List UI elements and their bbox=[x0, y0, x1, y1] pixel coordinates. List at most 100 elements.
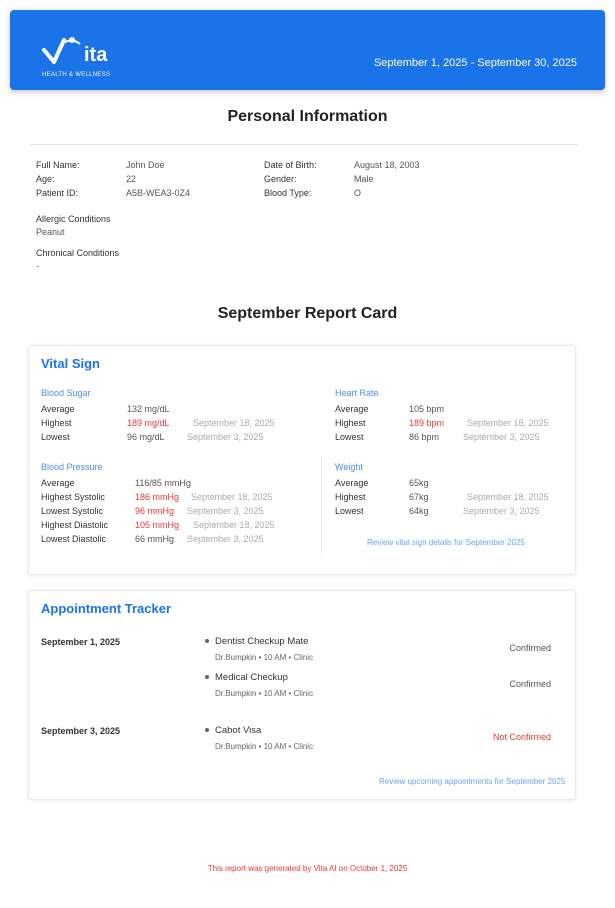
heart-rate-row: Average 105 bpm bbox=[335, 404, 565, 416]
column-divider bbox=[321, 456, 322, 556]
row-value: 132 mg/dL bbox=[127, 404, 170, 414]
appointment-card: Appointment Tracker September 1, 2025 De… bbox=[28, 590, 576, 800]
row-value: 64kg bbox=[409, 506, 429, 516]
row-label: Highest Diastolic bbox=[41, 520, 109, 530]
weight-row: Average 65kg bbox=[335, 478, 565, 490]
report-footer: This report was generated by Vita AI on … bbox=[207, 864, 408, 873]
row-date: September 3, 2025 bbox=[187, 432, 264, 442]
row-date: September 18, 2025 bbox=[191, 492, 273, 502]
row-value: 105 mmHg bbox=[135, 520, 180, 530]
row-value: 96 mg/dL bbox=[127, 432, 165, 442]
logo-mark-icon bbox=[42, 37, 81, 64]
appointment-detail: Dr.Bumpkin • 10 AM • Clinic bbox=[215, 653, 314, 662]
row-date: September 18, 2025 bbox=[193, 418, 275, 428]
bullet-icon bbox=[205, 728, 209, 733]
allergy-label: Allergic Conditions bbox=[36, 214, 111, 224]
blood-pressure-row: Lowest Systolic 96 mmHg September 3, 202… bbox=[41, 506, 321, 518]
row-label: Highest Systolic bbox=[41, 492, 106, 502]
dob-value: August 18, 2003 bbox=[354, 160, 420, 170]
age-value: 22 bbox=[126, 174, 137, 184]
full-name-value: John Doe bbox=[126, 160, 165, 170]
section-divider bbox=[30, 144, 578, 145]
row-date: September 18, 2025 bbox=[467, 492, 549, 502]
chronic-value: - bbox=[36, 261, 39, 271]
vital-sign-card: Vital Sign Blood Sugar Average 132 mg/dL… bbox=[28, 345, 576, 575]
row-label: Lowest bbox=[41, 432, 70, 442]
age-label: Age: bbox=[36, 174, 55, 184]
blood-type-label: Blood Type: bbox=[264, 188, 312, 198]
appointment-detail: Dr.Bumpkin • 10 AM • Clinic bbox=[215, 689, 314, 698]
row-date: September 3, 2025 bbox=[463, 506, 540, 516]
appointment-detail: Dr.Bumpkin • 10 AM • Clinic bbox=[215, 742, 314, 751]
weight-row: Lowest 64kg September 3, 2025 bbox=[335, 506, 565, 518]
row-date: September 18, 2025 bbox=[467, 418, 549, 428]
appointment-date: September 3, 2025 bbox=[41, 726, 121, 736]
dob-label: Date of Birth: bbox=[264, 160, 317, 170]
row-value: 189 mg/dL bbox=[127, 418, 170, 428]
appointment-name: Dentist Checkup Mate bbox=[205, 636, 308, 647]
weight-title: Weight bbox=[335, 462, 363, 472]
row-value: 67kg bbox=[409, 492, 429, 502]
gender-value: Male bbox=[354, 174, 374, 184]
vital-details-link[interactable]: Review vital sign details for September … bbox=[367, 538, 525, 547]
appointment-name: Cabot Visa bbox=[205, 725, 261, 736]
row-value: 96 mmHg bbox=[135, 506, 175, 516]
row-label: Lowest Diastolic bbox=[41, 534, 107, 544]
conditions-block: Allergic Conditions Peanut Chronical Con… bbox=[36, 214, 336, 274]
chronic-label: Chronical Conditions bbox=[36, 248, 120, 258]
heart-rate-row: Highest 189 bpm September 18, 2025 bbox=[335, 418, 565, 430]
vital-sign-title: Vital Sign bbox=[41, 356, 100, 371]
blood-pressure-row: Lowest Diastolic 66 mmHg September 3, 20… bbox=[41, 534, 321, 546]
personal-info-title: Personal Information bbox=[227, 108, 388, 125]
heart-rate-title: Heart Rate bbox=[335, 388, 379, 398]
row-value: 66 mmHg bbox=[135, 534, 175, 544]
row-label: Lowest bbox=[335, 432, 364, 442]
row-label: Average bbox=[41, 478, 75, 488]
appointment-status: Confirmed bbox=[509, 679, 551, 689]
appointment-name-text: Cabot Visa bbox=[215, 725, 262, 736]
bullet-icon bbox=[205, 639, 209, 644]
blood-pressure-title: Blood Pressure bbox=[41, 462, 103, 472]
report-header: ita HEALTH & WELLNESS September 1, 2025 … bbox=[10, 10, 605, 90]
appointment-status: Not Confirmed bbox=[492, 732, 551, 742]
blood-pressure-row: Average 116/85 mmHg bbox=[41, 478, 321, 490]
bullet-icon bbox=[205, 675, 209, 680]
blood-sugar-row: Lowest 96 mg/dL September 3, 2025 bbox=[41, 432, 321, 444]
row-date: September 3, 2025 bbox=[187, 534, 264, 544]
row-value: 86 bpm bbox=[409, 432, 440, 442]
appointment-name-text: Medical Checkup bbox=[215, 672, 288, 683]
appointments-link[interactable]: Review upcoming appointments for Septemb… bbox=[379, 777, 565, 786]
personal-info-left: Full Name: John Doe Age: 22 Patient ID: … bbox=[36, 160, 256, 205]
row-label: Lowest bbox=[335, 506, 364, 516]
appointment-name: Medical Checkup bbox=[205, 672, 288, 683]
personal-info-right: Date of Birth: August 18, 2003 Gender: M… bbox=[264, 160, 504, 205]
gender-label: Gender: bbox=[264, 174, 297, 184]
blood-pressure-row: Highest Diastolic 105 mmHg September 18,… bbox=[41, 520, 321, 532]
appointment-date: September 1, 2025 bbox=[41, 637, 121, 647]
appointment-title: Appointment Tracker bbox=[41, 601, 172, 616]
row-date: September 18, 2025 bbox=[193, 520, 275, 530]
row-value: 65kg bbox=[409, 478, 429, 488]
heart-rate-row: Lowest 86 bpm September 3, 2025 bbox=[335, 432, 565, 444]
row-value: 189 bpm bbox=[409, 418, 445, 428]
row-label: Average bbox=[335, 478, 369, 488]
row-value: 116/85 mmHg bbox=[135, 478, 191, 488]
row-date: September 3, 2025 bbox=[187, 506, 264, 516]
blood-type-value: O bbox=[354, 188, 362, 198]
logo-text: ita bbox=[84, 44, 108, 66]
row-label: Highest bbox=[335, 418, 366, 428]
blood-sugar-row: Highest 189 mg/dL September 18, 2025 bbox=[41, 418, 321, 430]
logo-subtitle: HEALTH & WELLNESS bbox=[42, 72, 111, 78]
patient-id-value: A5B-WEA3-0Z4 bbox=[126, 188, 191, 198]
report-date-range: September 1, 2025 - September 30, 2025 bbox=[373, 57, 577, 69]
weight-row: Highest 67kg September 18, 2025 bbox=[335, 492, 565, 504]
row-value: 186 mmHg bbox=[135, 492, 180, 502]
vita-logo: ita HEALTH & WELLNESS bbox=[38, 32, 133, 82]
allergy-value: Peanut bbox=[36, 227, 65, 237]
blood-pressure-row: Highest Systolic 186 mmHg September 18, … bbox=[41, 492, 321, 504]
row-value: 105 bpm bbox=[409, 404, 445, 414]
row-label: Highest bbox=[335, 492, 366, 502]
row-label: Average bbox=[41, 404, 75, 414]
appointment-name-text: Dentist Checkup Mate bbox=[215, 636, 309, 647]
full-name-label: Full Name: bbox=[36, 160, 80, 170]
